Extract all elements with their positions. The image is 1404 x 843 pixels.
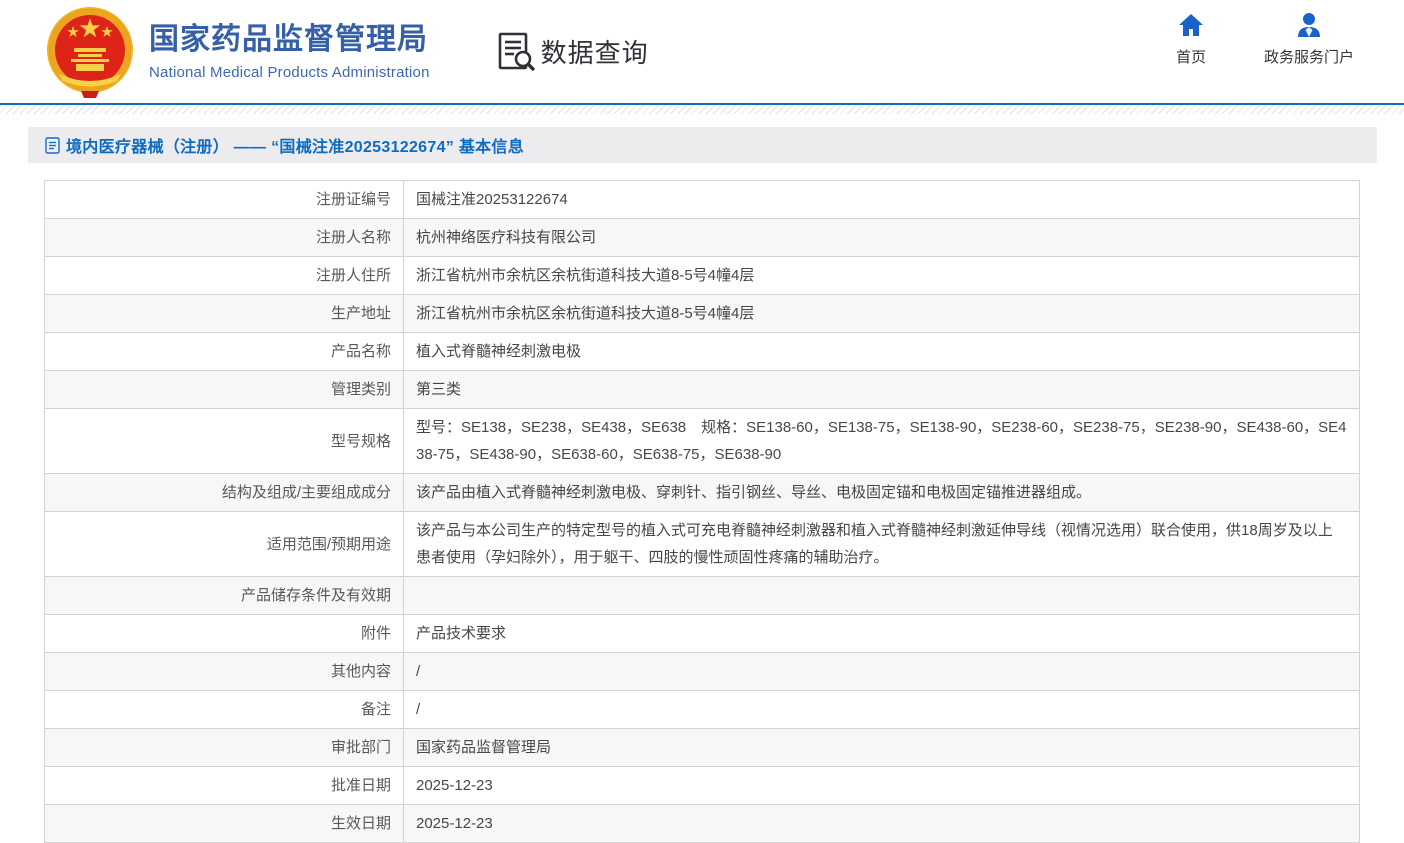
table-row: 审批部门 国家药品监督管理局 [45,729,1360,767]
row-label: 生产地址 [45,295,404,333]
row-value: 国家药品监督管理局 [404,729,1360,767]
brand-block: 国家药品监督管理局 National Medical Products Admi… [149,22,430,81]
nav-gov-portal-label: 政务服务门户 [1264,46,1354,67]
table-row: 其他内容 / [45,653,1360,691]
row-value: / [404,653,1360,691]
table-row: 备注 / [45,691,1360,729]
row-value: 浙江省杭州市余杭区余杭街道科技大道8-5号4幢4层 [404,295,1360,333]
header-nav: 首页 政务服务门户 [1176,12,1354,67]
page-title: 境内医疗器械（注册） —— “国械注准20253122674” 基本信息 [66,133,524,157]
row-value: / [404,691,1360,729]
header: 国家药品监督管理局 National Medical Products Admi… [0,0,1404,103]
hatch-strip [0,105,1404,114]
row-value: 该产品由植入式脊髓神经刺激电极、穿刺针、指引钢丝、导丝、电极固定锚和电极固定锚推… [404,474,1360,512]
row-value: 2025-12-23 [404,767,1360,805]
row-label: 注册人名称 [45,219,404,257]
site-title: 国家药品监督管理局 [149,22,430,58]
home-icon [1178,12,1204,38]
table-row: 生效日期 2025-12-23 [45,805,1360,843]
registration-info-table: 注册证编号 国械注准20253122674 注册人名称 杭州神络医疗科技有限公司… [44,180,1360,843]
table-row: 生产地址 浙江省杭州市余杭区余杭街道科技大道8-5号4幢4层 [45,295,1360,333]
document-icon [45,137,60,154]
data-query-label: 数据查询 [541,33,649,70]
row-label: 产品名称 [45,333,404,371]
row-label: 结构及组成/主要组成成分 [45,474,404,512]
table-row: 适用范围/预期用途 该产品与本公司生产的特定型号的植入式可充电脊髓神经刺激器和植… [45,512,1360,577]
table-row: 批准日期 2025-12-23 [45,767,1360,805]
row-label: 备注 [45,691,404,729]
row-value attachment-link: 产品技术要求 [404,615,1360,653]
row-label: 批准日期 [45,767,404,805]
row-value: 2025-12-23 [404,805,1360,843]
row-label: 注册证编号 [45,181,404,219]
row-value: 第三类 [404,371,1360,409]
row-label: 产品储存条件及有效期 [45,577,404,615]
national-emblem-logo [45,6,135,98]
row-value: 型号：SE138，SE238，SE438，SE638 规格：SE138-60，S… [404,409,1360,474]
row-value: 杭州神络医疗科技有限公司 [404,219,1360,257]
row-label: 适用范围/预期用途 [45,512,404,577]
table-row: 附件 产品技术要求 [45,615,1360,653]
nav-home-label: 首页 [1176,46,1206,67]
nav-home[interactable]: 首页 [1176,12,1206,67]
table-row: 注册人名称 杭州神络医疗科技有限公司 [45,219,1360,257]
row-label: 其他内容 [45,653,404,691]
row-value: 国械注准20253122674 [404,181,1360,219]
table-row: 产品名称 植入式脊髓神经刺激电极 [45,333,1360,371]
data-query-link[interactable]: 数据查询 [498,32,649,72]
breadcrumb: 境内医疗器械（注册） —— “国械注准20253122674” 基本信息 [28,127,1377,163]
row-value: 浙江省杭州市余杭区余杭街道科技大道8-5号4幢4层 [404,257,1360,295]
site-subtitle: National Medical Products Administration [149,64,430,81]
row-label: 注册人住所 [45,257,404,295]
row-value: 该产品与本公司生产的特定型号的植入式可充电脊髓神经刺激器和植入式脊髓神经刺激延伸… [404,512,1360,577]
row-label: 管理类别 [45,371,404,409]
table-row: 管理类别 第三类 [45,371,1360,409]
row-label: 型号规格 [45,409,404,474]
nav-gov-portal[interactable]: 政务服务门户 [1264,12,1354,67]
table-row: 注册证编号 国械注准20253122674 [45,181,1360,219]
row-label: 审批部门 [45,729,404,767]
table-row: 注册人住所 浙江省杭州市余杭区余杭街道科技大道8-5号4幢4层 [45,257,1360,295]
table-row: 型号规格 型号：SE138，SE238，SE438，SE638 规格：SE138… [45,409,1360,474]
row-label: 附件 [45,615,404,653]
user-icon [1296,12,1322,38]
row-value: 植入式脊髓神经刺激电极 [404,333,1360,371]
table-row: 结构及组成/主要组成成分 该产品由植入式脊髓神经刺激电极、穿刺针、指引钢丝、导丝… [45,474,1360,512]
document-search-icon [498,32,535,72]
row-value [404,577,1360,615]
row-label: 生效日期 [45,805,404,843]
table-row: 产品储存条件及有效期 [45,577,1360,615]
